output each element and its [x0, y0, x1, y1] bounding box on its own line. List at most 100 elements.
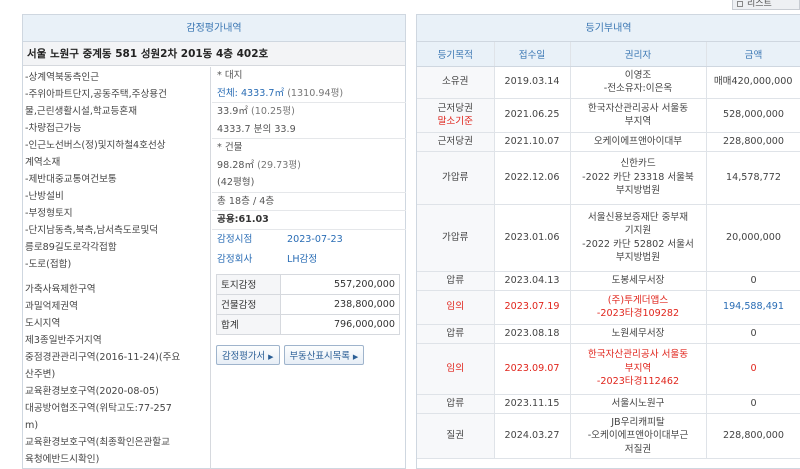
registry-type-label: 근저당권: [437, 135, 473, 147]
amount-value: 796,000,000: [280, 313, 400, 335]
amount-label: 합계: [216, 313, 281, 335]
appraisal-date-value: 2023-07-23: [287, 233, 343, 245]
registry-holder: 서울시노원구: [570, 394, 707, 414]
registry-amount: 0: [706, 343, 800, 395]
land-total: 전체: 4333.7㎡ (1310.94평): [212, 85, 406, 103]
amount-value: 238,800,000: [280, 293, 400, 315]
land-share: 33.9㎡ (10.25평): [212, 103, 406, 121]
triangle-right-icon: ▶: [268, 352, 274, 361]
registry-row: 근저당권 2021.10.07 오케이에프앤아이대부 228,800,000: [417, 132, 800, 152]
holder-line: -오케이에프앤아이대부근: [587, 430, 689, 441]
registry-amount: 194,588,491: [706, 290, 800, 325]
holder-line: 부지역: [624, 362, 652, 374]
registry-row: 가압류 2023.01.06 서울신용보증재단 중부재 기지원 -2022 카단 528…: [417, 204, 800, 272]
amount-label: 건물감정: [216, 293, 281, 315]
feature-line: -제반대중교통여건보통: [25, 174, 117, 185]
holder-line: 서울시노원구: [611, 397, 665, 409]
land-total-pyeong: (1310.94평): [287, 87, 344, 99]
registry-type-label: 압류: [446, 327, 465, 339]
registry-holder: 신한카드 -2022 카단 23318 서울북 부지방법원: [570, 151, 707, 205]
column-header: 권리자: [570, 42, 707, 67]
appraisal-date: 감정시점 2023-07-23: [212, 230, 406, 250]
registry-holder: 한국자산관리공사 서울동 부지역 -2023타경112462: [570, 343, 707, 395]
list-button[interactable]: 리스트: [732, 0, 800, 10]
holder-line: -2022 카단 52802 서울서: [582, 238, 694, 250]
holder-line: 기지원: [624, 225, 652, 236]
holder-line: 이영조: [624, 69, 652, 81]
registry-amount: 228,800,000: [706, 413, 800, 459]
appraisal-amount-table: 토지감정 557,200,000 건물감정 238,800,000 합계 796,000,…: [216, 273, 400, 335]
registry-date: 2023.09.07: [494, 343, 571, 395]
registry-row: 소유권 2019.03.14 이영조 -전소유자:이은옥 매매420,000,000: [417, 66, 800, 99]
registry-type: 질권: [417, 413, 495, 459]
registry-row: 가압류 2022.12.06 신한카드 -2022 카단 23318 서울북 부지방법원…: [417, 151, 800, 205]
registry-date: 2022.12.06: [494, 151, 571, 205]
feature-line: -인근노선버스(정)및지하철4호선상: [25, 140, 166, 151]
registry-amount-value: 194,588,491: [722, 301, 785, 313]
holder-line: 서울신용보증재단 중부재: [587, 211, 689, 223]
registry-table: 등기목적 접수일 권리자 금액 소유권 2019.03.14 이영조 -전소유자:이은옥 매매…: [417, 42, 800, 459]
registry-amount-value: 0: [750, 327, 757, 339]
appraisal-title: 감정평가내역: [23, 15, 405, 42]
building-header: * 건물: [217, 142, 243, 153]
registry-amount: 0: [706, 324, 800, 344]
feature-line: -상계역북동측인근: [25, 72, 100, 83]
feature-line: 물,근린생활시설,학교등혼재: [25, 106, 138, 117]
registry-amount: 20,000,000: [706, 204, 800, 272]
registry-holder: 한국자산관리공사 서울동 부지역: [570, 98, 707, 133]
land-ratio: 4333.7 분의 33.9: [212, 121, 406, 139]
registry-amount: 228,800,000: [706, 132, 800, 152]
zoning-line: 육청에반드시확인): [25, 454, 100, 465]
holder-line: 부지방법원: [615, 252, 661, 263]
cancellation-standard-label: 말소기준: [437, 116, 473, 127]
holder-line: 도봉세무서장: [611, 274, 665, 286]
property-address: 서울 노원구 중계동 581 성원2차 201동 4층 402호: [23, 42, 405, 66]
holder-line: 저질권: [624, 443, 652, 455]
common-area: 공용:61.03: [212, 211, 406, 230]
registry-amount: 14,578,772: [706, 151, 800, 205]
triangle-right-icon: ▶: [352, 352, 359, 361]
amount-row: 건물감정 238,800,000: [216, 293, 400, 315]
zoning-line: 대공방어협조구역(위탁고도:77-257: [25, 403, 172, 414]
feature-line: -차량접근가능: [25, 123, 82, 134]
feature-line: -부정형토지: [25, 208, 73, 219]
holder-line: JB우리캐피탈: [611, 416, 665, 428]
registry-holder: 도봉세무서장: [570, 271, 707, 291]
list-button-label: 리스트: [747, 0, 772, 9]
registry-type: 소유권: [417, 66, 495, 99]
holder-line: 부지방법원: [615, 185, 661, 197]
property-list-button[interactable]: 부동산표시목록 ▶: [283, 344, 365, 365]
zoning-line: 가축사육제한구역: [25, 284, 96, 295]
column-header: 접수일: [494, 42, 571, 67]
registry-date: 2023.08.18: [494, 324, 571, 344]
feature-line: -단지남동측,북측,남서측도로및덕: [25, 225, 159, 236]
area-details: * 대지 전체: 4333.7㎡ (1310.94평) 33.9㎡ (10.25…: [212, 67, 406, 469]
registry-row: 임의 2023.07.19 (주)투게더앱스 -2023타경109282 194,588…: [417, 290, 800, 325]
land-total-value: 4333.7㎡: [240, 87, 285, 99]
registry-amount: 528,000,000: [706, 98, 800, 133]
holder-line: (주)투게더앱스: [607, 294, 669, 306]
registry-date: 2019.03.14: [494, 66, 571, 99]
registry-type-label: 근저당권: [437, 102, 473, 114]
registry-type: 압류: [417, 394, 495, 414]
zoning-line: 과밀억제권역: [25, 301, 78, 312]
registry-amount: 0: [706, 271, 800, 291]
land-header: * 대지: [217, 70, 243, 81]
registry-type: 가압류: [417, 151, 495, 205]
registry-amount: 매매420,000,000: [706, 66, 800, 99]
registry-row: 압류 2023.11.15 서울시노원구 0: [417, 394, 800, 414]
appraisal-panel: 감정평가내역 서울 노원구 중계동 581 성원2차 201동 4층 402호 …: [22, 14, 406, 469]
holder-line: 오케이에프앤아이대부: [593, 135, 683, 147]
amount-row: 토지감정 557,200,000: [216, 273, 400, 295]
registry-row: 압류 2023.04.13 도봉세무서장 0: [417, 271, 800, 291]
registry-amount-value: 0: [750, 397, 757, 409]
amount-label: 토지감정: [216, 273, 281, 295]
registry-amount-value: 20,000,000: [726, 231, 781, 243]
holder-line: -2023타경112462: [596, 376, 680, 388]
registry-row: 임의 2023.09.07 한국자산관리공사 서울동 부지역 -2023타경112462…: [417, 343, 800, 395]
appraisal-report-button[interactable]: 감정평가서 ▶: [216, 344, 280, 365]
registry-type: 압류: [417, 324, 495, 344]
registry-type-label: 압류: [446, 397, 465, 409]
holder-line: 한국자산관리공사 서울동: [587, 349, 689, 361]
registry-date: 2023.07.19: [494, 290, 571, 325]
